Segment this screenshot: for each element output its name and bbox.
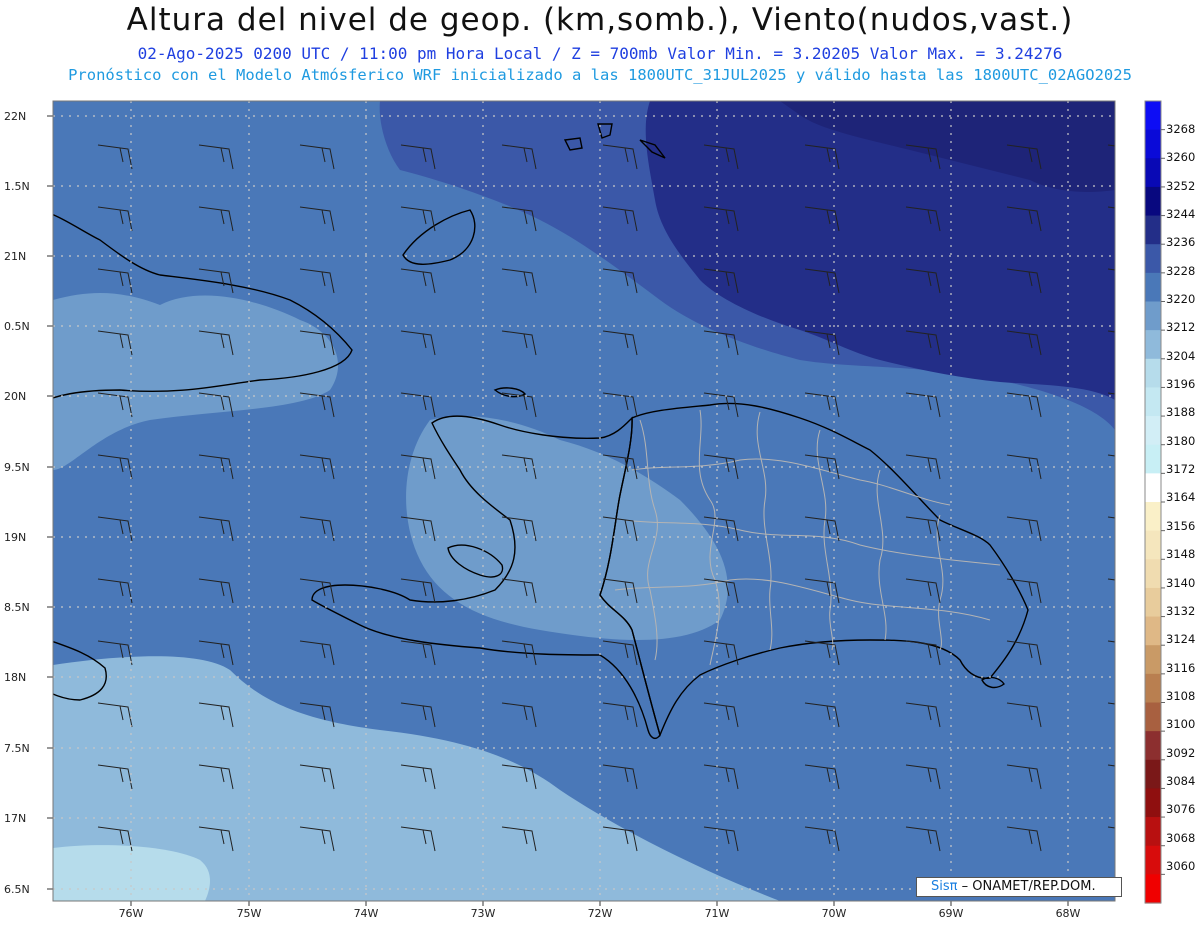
colorbar-label: 3188 <box>1166 405 1195 419</box>
colorbar-label: 3204 <box>1166 349 1195 363</box>
colorbar-label: 3236 <box>1166 235 1195 249</box>
colorbar-swatch <box>1145 387 1161 417</box>
colorbar-swatch <box>1145 272 1161 303</box>
lat-label: 17N <box>4 812 26 825</box>
lat-label: 22N <box>4 110 26 123</box>
colorbar-label: 3252 <box>1166 179 1195 193</box>
lon-label: 74W <box>354 907 379 920</box>
credit-box: Sisπ – ONAMET/REP.DOM. <box>916 877 1122 897</box>
colorbar-swatch <box>1145 587 1161 618</box>
lat-label: 19N <box>4 531 26 544</box>
colorbar-swatch <box>1145 817 1161 847</box>
credit-text: – ONAMET/REP.DOM. <box>961 879 1096 894</box>
colorbar-label: 3060 <box>1166 859 1195 873</box>
lon-label: 70W <box>822 907 847 920</box>
geopotential-height-field <box>53 101 1115 901</box>
sispi-logo-text: Sisπ <box>931 879 958 894</box>
colorbar-labels: 3268 3260 3252 3244 3236 3228 3220 3212 … <box>1166 122 1195 873</box>
colorbar-label: 3116 <box>1166 661 1195 675</box>
colorbar-label: 3212 <box>1166 320 1195 334</box>
colorbar-swatch <box>1145 645 1161 675</box>
lon-label: 71W <box>705 907 730 920</box>
colorbar-swatch <box>1145 702 1161 732</box>
lat-label: 8.5N <box>4 601 30 614</box>
lat-label: 7.5N <box>4 742 30 755</box>
lon-label: 75W <box>237 907 262 920</box>
lat-label: 18N <box>4 671 26 684</box>
colorbar-swatch <box>1145 444 1161 474</box>
lat-label: 20N <box>4 390 26 403</box>
lon-label: 69W <box>939 907 964 920</box>
colorbar-swatch <box>1145 186 1161 217</box>
colorbar-label: 3180 <box>1166 434 1195 448</box>
colorbar-label: 3076 <box>1166 802 1195 816</box>
colorbar-label: 3244 <box>1166 207 1195 221</box>
latitude-axis: 22N 1.5N 21N 0.5N 20N 9.5N 19N 8.5N 18N … <box>4 110 30 896</box>
colorbar-swatch <box>1145 416 1161 446</box>
colorbar-swatch <box>1145 158 1161 188</box>
colorbar-label: 3164 <box>1166 490 1195 504</box>
colorbar-swatches <box>1144 100 1165 904</box>
lat-label: 1.5N <box>4 180 30 193</box>
lat-label: 9.5N <box>4 461 30 474</box>
colorbar-swatch <box>1145 473 1161 503</box>
colorbar-label: 3228 <box>1166 264 1195 278</box>
colorbar-swatch <box>1145 215 1161 245</box>
colorbar-swatch <box>1145 358 1161 389</box>
colorbar-swatch <box>1145 559 1161 589</box>
map-canvas: 22N 1.5N 21N 0.5N 20N 9.5N 19N 8.5N 18N … <box>4 100 1195 920</box>
colorbar-swatch <box>1145 845 1161 875</box>
colorbar-swatch <box>1145 301 1161 331</box>
colorbar-swatch <box>1145 101 1161 131</box>
colorbar-swatch <box>1145 530 1161 560</box>
lat-label: 0.5N <box>4 320 30 333</box>
colorbar-swatch <box>1145 129 1161 159</box>
colorbar-label: 3172 <box>1166 462 1195 476</box>
colorbar-swatch <box>1145 244 1161 274</box>
colorbar-swatch <box>1145 759 1161 790</box>
colorbar-swatch <box>1145 502 1161 532</box>
colorbar-swatch <box>1145 788 1161 818</box>
colorbar-label: 3196 <box>1166 377 1195 391</box>
colorbar: 3268 3260 3252 3244 3236 3228 3220 3212 … <box>1144 100 1195 904</box>
lon-label: 72W <box>588 907 613 920</box>
colorbar-label: 3140 <box>1166 576 1195 590</box>
colorbar-label: 3148 <box>1166 547 1195 561</box>
colorbar-swatch <box>1145 731 1161 761</box>
colorbar-label: 3220 <box>1166 292 1195 306</box>
colorbar-label: 3068 <box>1166 831 1195 845</box>
colorbar-label: 3156 <box>1166 519 1195 533</box>
colorbar-swatch <box>1145 616 1161 646</box>
colorbar-label: 3132 <box>1166 604 1195 618</box>
lat-label: 21N <box>4 250 26 263</box>
lat-label: 6.5N <box>4 883 30 896</box>
colorbar-label: 3092 <box>1166 746 1195 760</box>
colorbar-swatch <box>1145 673 1161 704</box>
colorbar-swatch <box>1145 330 1161 360</box>
colorbar-label: 3100 <box>1166 717 1195 731</box>
lon-label: 76W <box>119 907 144 920</box>
colorbar-label: 3108 <box>1166 689 1195 703</box>
longitude-axis: 76W 75W 74W 73W 72W 71W 70W 69W 68W <box>119 907 1081 920</box>
colorbar-label: 3268 <box>1166 122 1195 136</box>
colorbar-label: 3084 <box>1166 774 1195 788</box>
colorbar-swatch <box>1145 874 1161 904</box>
colorbar-label: 3124 <box>1166 632 1195 646</box>
colorbar-label: 3260 <box>1166 150 1195 164</box>
lon-label: 73W <box>471 907 496 920</box>
lon-label: 68W <box>1056 907 1081 920</box>
